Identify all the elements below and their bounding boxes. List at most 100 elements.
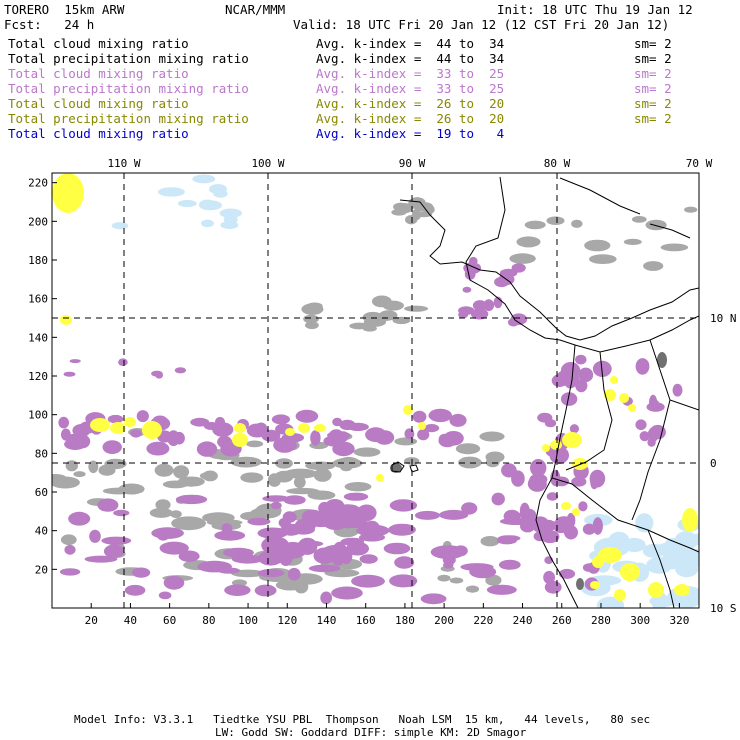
purple-cloud-blob bbox=[151, 527, 184, 539]
purple-cloud-blob bbox=[64, 544, 76, 555]
purple-cloud-blob bbox=[175, 494, 208, 505]
purple-cloud-blob bbox=[461, 502, 478, 515]
gray-cloud-blob bbox=[546, 216, 565, 225]
purple-cloud-blob bbox=[389, 499, 418, 512]
purple-cloud-blob bbox=[348, 514, 367, 527]
yellow-cloud-blob bbox=[142, 421, 162, 439]
purple-cloud-blob bbox=[287, 567, 301, 581]
gray-cloud-blob bbox=[589, 254, 617, 264]
purple-cloud-blob bbox=[297, 537, 318, 555]
gray-cloud-blob bbox=[155, 499, 171, 511]
gray-cloud-blob bbox=[404, 305, 429, 312]
purple-cloud-blob bbox=[672, 383, 683, 397]
purple-cloud-blob bbox=[136, 410, 149, 423]
x-tick-label: 100 bbox=[238, 614, 258, 627]
purple-cloud-blob bbox=[359, 554, 378, 564]
yellow-cloud-blob bbox=[418, 422, 426, 430]
purple-cloud-blob bbox=[124, 584, 146, 596]
purple-cloud-blob bbox=[582, 523, 596, 535]
x-tick-label: 60 bbox=[163, 614, 176, 627]
x-tick-label: 80 bbox=[202, 614, 215, 627]
cirrus-blob bbox=[201, 219, 214, 228]
yellow-cloud-blob bbox=[285, 428, 295, 436]
x-tick-label: 300 bbox=[630, 614, 650, 627]
cirrus-blob bbox=[157, 187, 185, 197]
gray-cloud-blob bbox=[479, 431, 505, 442]
y-tick-label: 80 bbox=[35, 447, 48, 460]
purple-cloud-blob bbox=[564, 525, 578, 540]
purple-cloud-blob bbox=[310, 516, 331, 528]
x-tick-label: 200 bbox=[434, 614, 454, 627]
gray-cloud-blob bbox=[118, 483, 145, 495]
gray-cloud-blob bbox=[524, 220, 546, 230]
purple-cloud-blob bbox=[69, 359, 81, 364]
purple-cloud-blob bbox=[510, 313, 528, 326]
purple-cloud-blob bbox=[538, 519, 557, 532]
gray-cloud-blob bbox=[623, 238, 642, 245]
purple-cloud-blob bbox=[503, 509, 521, 523]
gray-cloud-blob bbox=[631, 216, 647, 223]
purple-cloud-blob bbox=[190, 417, 210, 427]
purple-cloud-blob bbox=[332, 417, 343, 427]
yellow-cloud-blob bbox=[682, 508, 698, 532]
purple-cloud-blob bbox=[443, 561, 454, 569]
x-tick-label: 260 bbox=[552, 614, 572, 627]
purple-cloud-blob bbox=[546, 492, 559, 501]
purple-cloud-blob bbox=[383, 542, 411, 555]
yellow-cloud-blob bbox=[234, 423, 246, 433]
purple-cloud-blob bbox=[569, 424, 580, 434]
purple-cloud-blob bbox=[544, 580, 562, 594]
gray-cloud-blob bbox=[645, 219, 667, 231]
cloud-field-layer bbox=[52, 173, 699, 608]
gray-cloud-blob bbox=[571, 219, 583, 228]
purple-cloud-blob bbox=[420, 593, 447, 605]
purple-cloud-blob bbox=[647, 427, 659, 443]
purple-cloud-blob bbox=[178, 550, 200, 562]
purple-cloud-blob bbox=[118, 358, 128, 367]
y-tick-label: 60 bbox=[35, 486, 48, 499]
gray-cloud-blob bbox=[393, 202, 409, 212]
gray-cloud-blob bbox=[275, 579, 305, 591]
purple-cloud-blob bbox=[223, 547, 254, 558]
purple-cloud-blob bbox=[295, 409, 319, 423]
gray-cloud-blob bbox=[202, 512, 235, 523]
purple-cloud-blob bbox=[197, 560, 232, 573]
purple-cloud-blob bbox=[460, 563, 494, 571]
yellow-cloud-blob bbox=[52, 173, 84, 213]
gray-cloud-blob bbox=[154, 463, 174, 477]
x-tick-label: 220 bbox=[473, 614, 493, 627]
purple-cloud-blob bbox=[283, 495, 306, 505]
gray-cloud-blob bbox=[246, 440, 264, 448]
cirrus-blob bbox=[213, 190, 228, 198]
purple-cloud-blob bbox=[247, 517, 271, 526]
y-tick-label: 100 bbox=[28, 409, 48, 422]
purple-cloud-blob bbox=[308, 564, 341, 573]
gray-cloud-blob bbox=[344, 482, 372, 492]
gray-cloud-blob bbox=[305, 321, 319, 330]
purple-cloud-blob bbox=[101, 536, 132, 545]
purple-cloud-blob bbox=[63, 371, 76, 377]
y-tick-label: 40 bbox=[35, 525, 48, 538]
purple-cloud-blob bbox=[486, 584, 517, 595]
purple-cloud-blob bbox=[449, 413, 467, 427]
purple-cloud-blob bbox=[278, 517, 291, 528]
purple-cloud-blob bbox=[270, 501, 282, 510]
purple-cloud-blob bbox=[257, 569, 285, 578]
purple-cloud-blob bbox=[365, 427, 387, 443]
purple-cloud-blob bbox=[469, 256, 478, 266]
latitude-label: 10 S bbox=[710, 602, 737, 615]
purple-cloud-blob bbox=[68, 511, 91, 526]
purple-cloud-blob bbox=[428, 410, 452, 421]
y-tick-label: 220 bbox=[28, 177, 48, 190]
yellow-cloud-blob bbox=[614, 589, 626, 601]
gray-cloud-blob bbox=[509, 253, 536, 264]
yellow-cloud-blob bbox=[648, 582, 664, 598]
longitude-label: 110 W bbox=[107, 157, 140, 170]
purple-cloud-blob bbox=[174, 367, 187, 374]
gray-cloud-blob bbox=[293, 476, 306, 489]
y-tick-label: 160 bbox=[28, 293, 48, 306]
gray-cloud-blob bbox=[643, 261, 664, 271]
yellow-cloud-blob bbox=[550, 440, 562, 450]
x-tick-label: 160 bbox=[356, 614, 376, 627]
purple-cloud-blob bbox=[558, 568, 576, 579]
